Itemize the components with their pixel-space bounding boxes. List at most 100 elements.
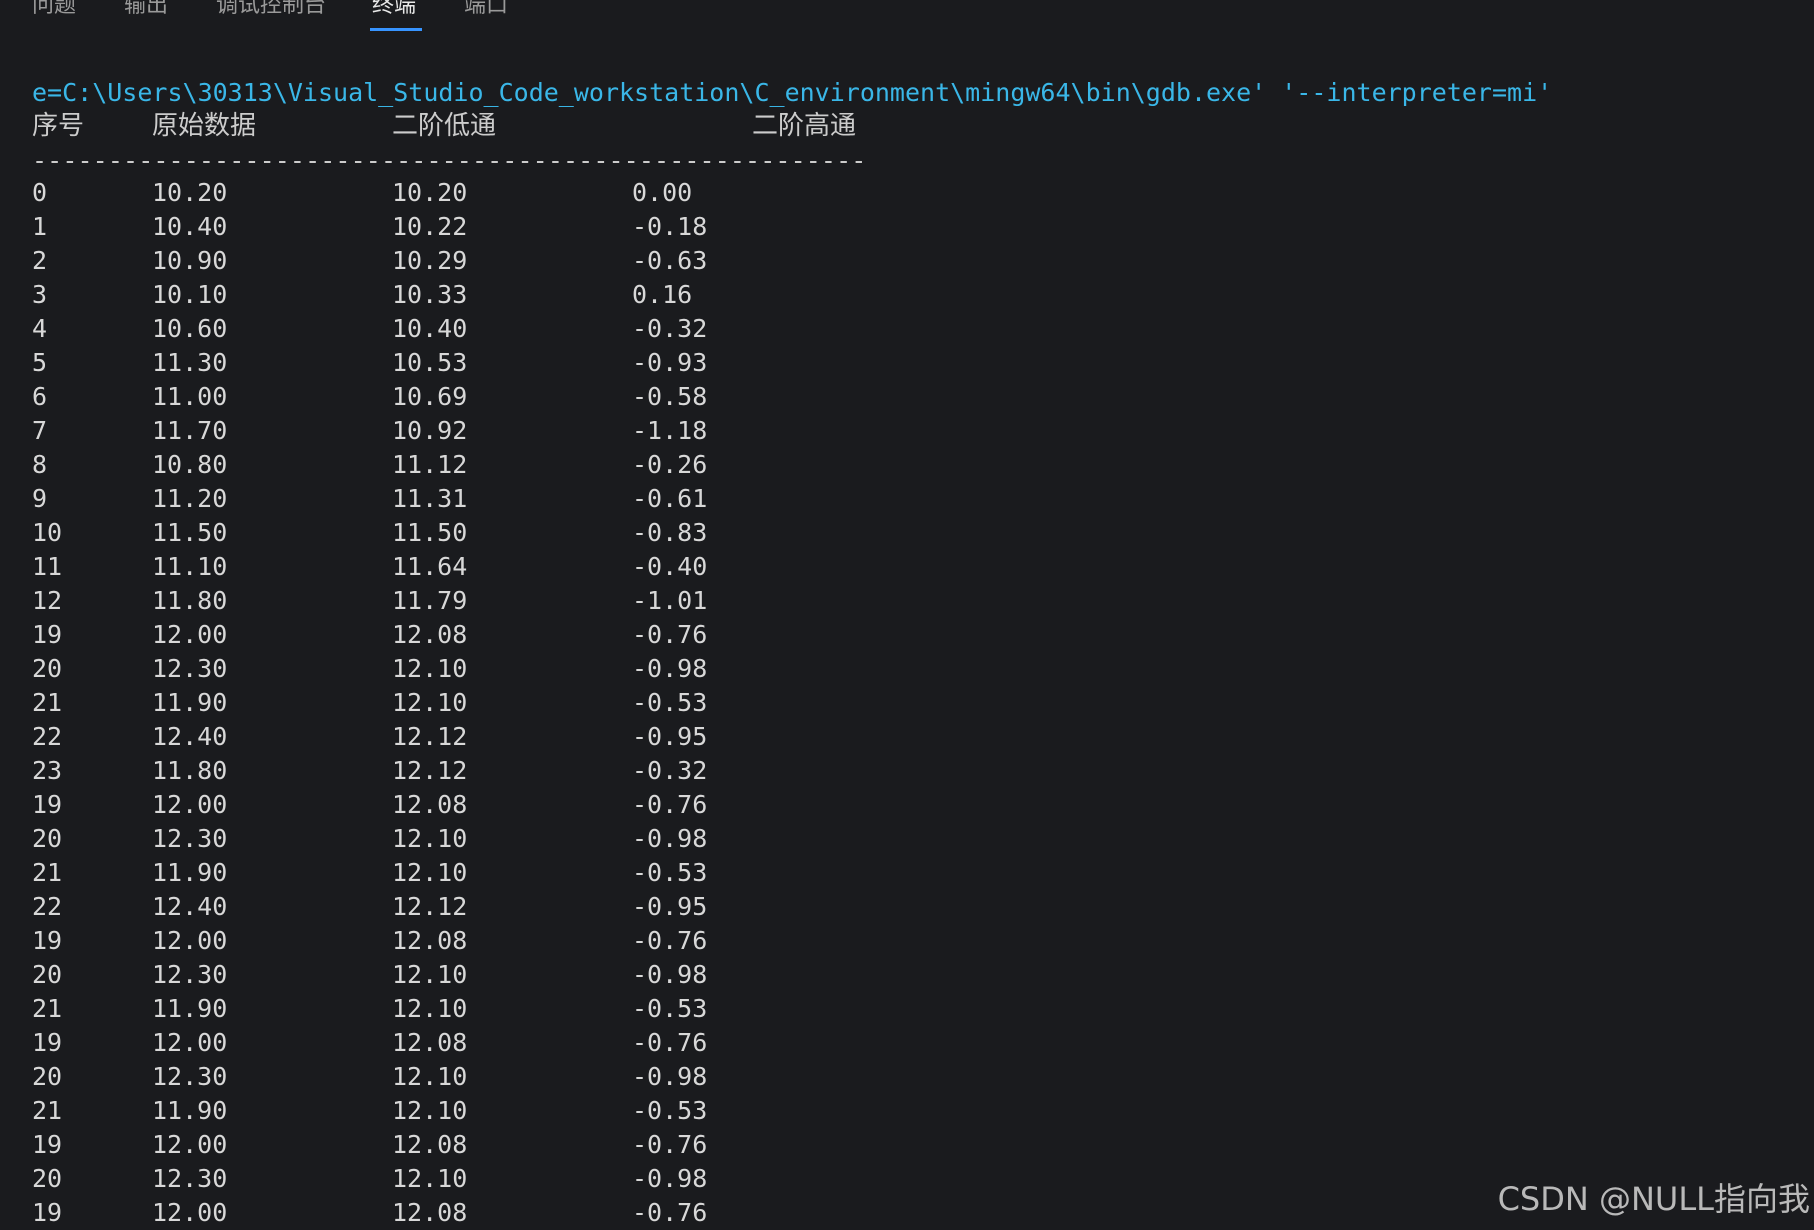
row-lowpass-value: 10.92 xyxy=(392,416,468,445)
row-highpass-value: -1.01 xyxy=(632,586,708,615)
row-highpass-value: 0.00 xyxy=(632,178,693,207)
row-raw-value: 12.00 xyxy=(152,1130,228,1159)
row-highpass-value: -0.53 xyxy=(632,1096,708,1125)
terminal-output-row: 19 12.00 12.08 -0.76 xyxy=(0,1026,900,1060)
row-highpass-value: -0.95 xyxy=(632,892,708,921)
active-tab-indicator xyxy=(370,28,422,31)
row-lowpass-value: 10.40 xyxy=(392,314,468,343)
row-lowpass-value: 12.12 xyxy=(392,722,468,751)
row-index: 3 xyxy=(32,280,48,309)
terminal-output-row: 21 11.90 12.10 -0.53 xyxy=(0,686,900,720)
row-raw-value: 11.30 xyxy=(152,348,228,377)
row-index: 8 xyxy=(32,450,48,479)
row-raw-value: 11.90 xyxy=(152,858,228,887)
row-raw-value: 11.70 xyxy=(152,416,228,445)
terminal-output-row: 20 12.30 12.10 -0.98 xyxy=(0,1162,900,1196)
row-lowpass-value: 12.08 xyxy=(392,1130,468,1159)
row-highpass-value: -0.98 xyxy=(632,1164,708,1193)
tab-debug-console[interactable]: 调试控制台 xyxy=(216,0,326,20)
terminal-output-row: 12 11.80 11.79 -1.01 xyxy=(0,584,900,618)
tab-output[interactable]: 输出 xyxy=(124,0,168,20)
row-lowpass-value: 10.20 xyxy=(392,178,468,207)
row-lowpass-value: 12.10 xyxy=(392,824,468,853)
row-highpass-value: -0.53 xyxy=(632,994,708,1023)
row-index: 5 xyxy=(32,348,48,377)
row-highpass-value: -0.63 xyxy=(632,246,708,275)
row-raw-value: 11.80 xyxy=(152,586,228,615)
header-highpass: 二阶高通 xyxy=(752,111,857,141)
row-lowpass-value: 12.08 xyxy=(392,790,468,819)
row-index: 19 xyxy=(32,1130,63,1159)
row-index: 20 xyxy=(32,1062,63,1091)
tab-problems[interactable]: 问题 xyxy=(32,0,76,20)
terminal-output-row: 8 10.80 11.12 -0.26 xyxy=(0,448,900,482)
row-highpass-value: -0.58 xyxy=(632,382,708,411)
row-highpass-value: -0.98 xyxy=(632,824,708,853)
row-index: 19 xyxy=(32,1028,63,1057)
row-lowpass-value: 12.08 xyxy=(392,926,468,955)
row-raw-value: 12.00 xyxy=(152,1028,228,1057)
row-index: 21 xyxy=(32,1096,63,1125)
row-highpass-value: -0.53 xyxy=(632,858,708,887)
watermark: CSDN @NULL指向我 xyxy=(1497,1180,1810,1218)
row-index: 20 xyxy=(32,1164,63,1193)
terminal-output-row: 19 12.00 12.08 -0.76 xyxy=(0,1196,900,1230)
row-lowpass-value: 12.08 xyxy=(392,1028,468,1057)
row-highpass-value: -0.76 xyxy=(632,926,708,955)
row-index: 10 xyxy=(32,518,63,547)
row-highpass-value: -0.32 xyxy=(632,314,708,343)
row-raw-value: 12.00 xyxy=(152,926,228,955)
terminal-command-line: e=C:\Users\30313\Visual_Studio_Code_work… xyxy=(32,78,1553,107)
terminal-output-row: 9 11.20 11.31 -0.61 xyxy=(0,482,900,516)
terminal-output-row: 5 11.30 10.53 -0.93 xyxy=(0,346,900,380)
row-index: 20 xyxy=(32,960,63,989)
row-raw-value: 11.20 xyxy=(152,484,228,513)
row-lowpass-value: 10.53 xyxy=(392,348,468,377)
row-lowpass-value: 12.10 xyxy=(392,994,468,1023)
row-lowpass-value: 11.79 xyxy=(392,586,468,615)
row-raw-value: 12.40 xyxy=(152,722,228,751)
row-highpass-value: -0.18 xyxy=(632,212,708,241)
terminal-output-row: 20 12.30 12.10 -0.98 xyxy=(0,958,900,992)
row-index: 19 xyxy=(32,926,63,955)
row-index: 0 xyxy=(32,178,48,207)
row-lowpass-value: 11.50 xyxy=(392,518,468,547)
terminal-output-row: 23 11.80 12.12 -0.32 xyxy=(0,754,900,788)
row-index: 20 xyxy=(32,824,63,853)
row-index: 9 xyxy=(32,484,48,513)
row-raw-value: 11.00 xyxy=(152,382,228,411)
row-highpass-value: -0.32 xyxy=(632,756,708,785)
row-highpass-value: -0.95 xyxy=(632,722,708,751)
row-index: 2 xyxy=(32,246,48,275)
row-lowpass-value: 12.12 xyxy=(392,756,468,785)
terminal-output-row: 1 10.40 10.22 -0.18 xyxy=(0,210,900,244)
row-raw-value: 10.90 xyxy=(152,246,228,275)
table-separator: ----------------------------------------… xyxy=(32,146,867,175)
row-lowpass-value: 12.10 xyxy=(392,654,468,683)
terminal-output-row: 6 11.00 10.69 -0.58 xyxy=(0,380,900,414)
row-highpass-value: -0.76 xyxy=(632,1198,708,1227)
row-lowpass-value: 11.12 xyxy=(392,450,468,479)
row-raw-value: 12.30 xyxy=(152,824,228,853)
row-raw-value: 12.40 xyxy=(152,892,228,921)
terminal-output-row: 19 12.00 12.08 -0.76 xyxy=(0,924,900,958)
row-raw-value: 11.90 xyxy=(152,1096,228,1125)
row-highpass-value: -0.98 xyxy=(632,654,708,683)
row-index: 7 xyxy=(32,416,48,445)
terminal-output-row: 21 11.90 12.10 -0.53 xyxy=(0,1094,900,1128)
tab-ports[interactable]: 端口 xyxy=(464,0,508,20)
terminal-output-row: 19 12.00 12.08 -0.76 xyxy=(0,1128,900,1162)
terminal-output-row: 19 12.00 12.08 -0.76 xyxy=(0,788,900,822)
tab-terminal[interactable]: 终端 xyxy=(372,0,416,20)
row-raw-value: 12.30 xyxy=(152,960,228,989)
row-lowpass-value: 12.12 xyxy=(392,892,468,921)
row-lowpass-value: 11.31 xyxy=(392,484,468,513)
row-index: 6 xyxy=(32,382,48,411)
row-lowpass-value: 12.10 xyxy=(392,1096,468,1125)
row-lowpass-value: 12.10 xyxy=(392,1164,468,1193)
row-highpass-value: -0.93 xyxy=(632,348,708,377)
terminal-output-row: 21 11.90 12.10 -0.53 xyxy=(0,856,900,890)
row-raw-value: 12.00 xyxy=(152,790,228,819)
row-raw-value: 12.00 xyxy=(152,1198,228,1227)
row-index: 19 xyxy=(32,1198,63,1227)
